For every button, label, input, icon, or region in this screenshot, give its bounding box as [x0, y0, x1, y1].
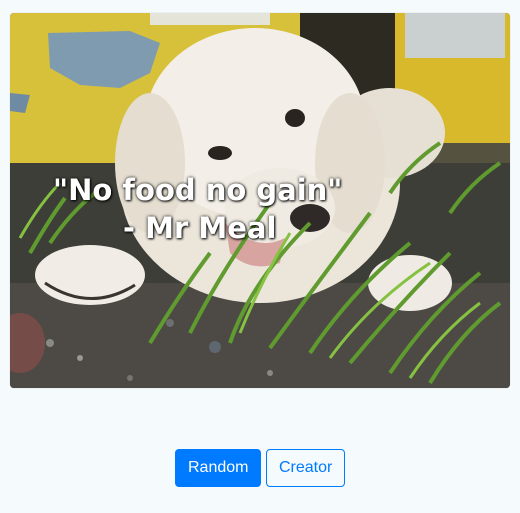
meme-image: "No food no gain" - Mr Meal — [10, 13, 510, 388]
creator-button[interactable]: Creator — [266, 449, 345, 487]
random-button[interactable]: Random — [175, 449, 261, 487]
action-buttons: Random Creator — [0, 449, 520, 487]
page: "No food no gain" - Mr Meal Random Creat… — [0, 0, 520, 513]
dog-photo — [10, 13, 510, 388]
